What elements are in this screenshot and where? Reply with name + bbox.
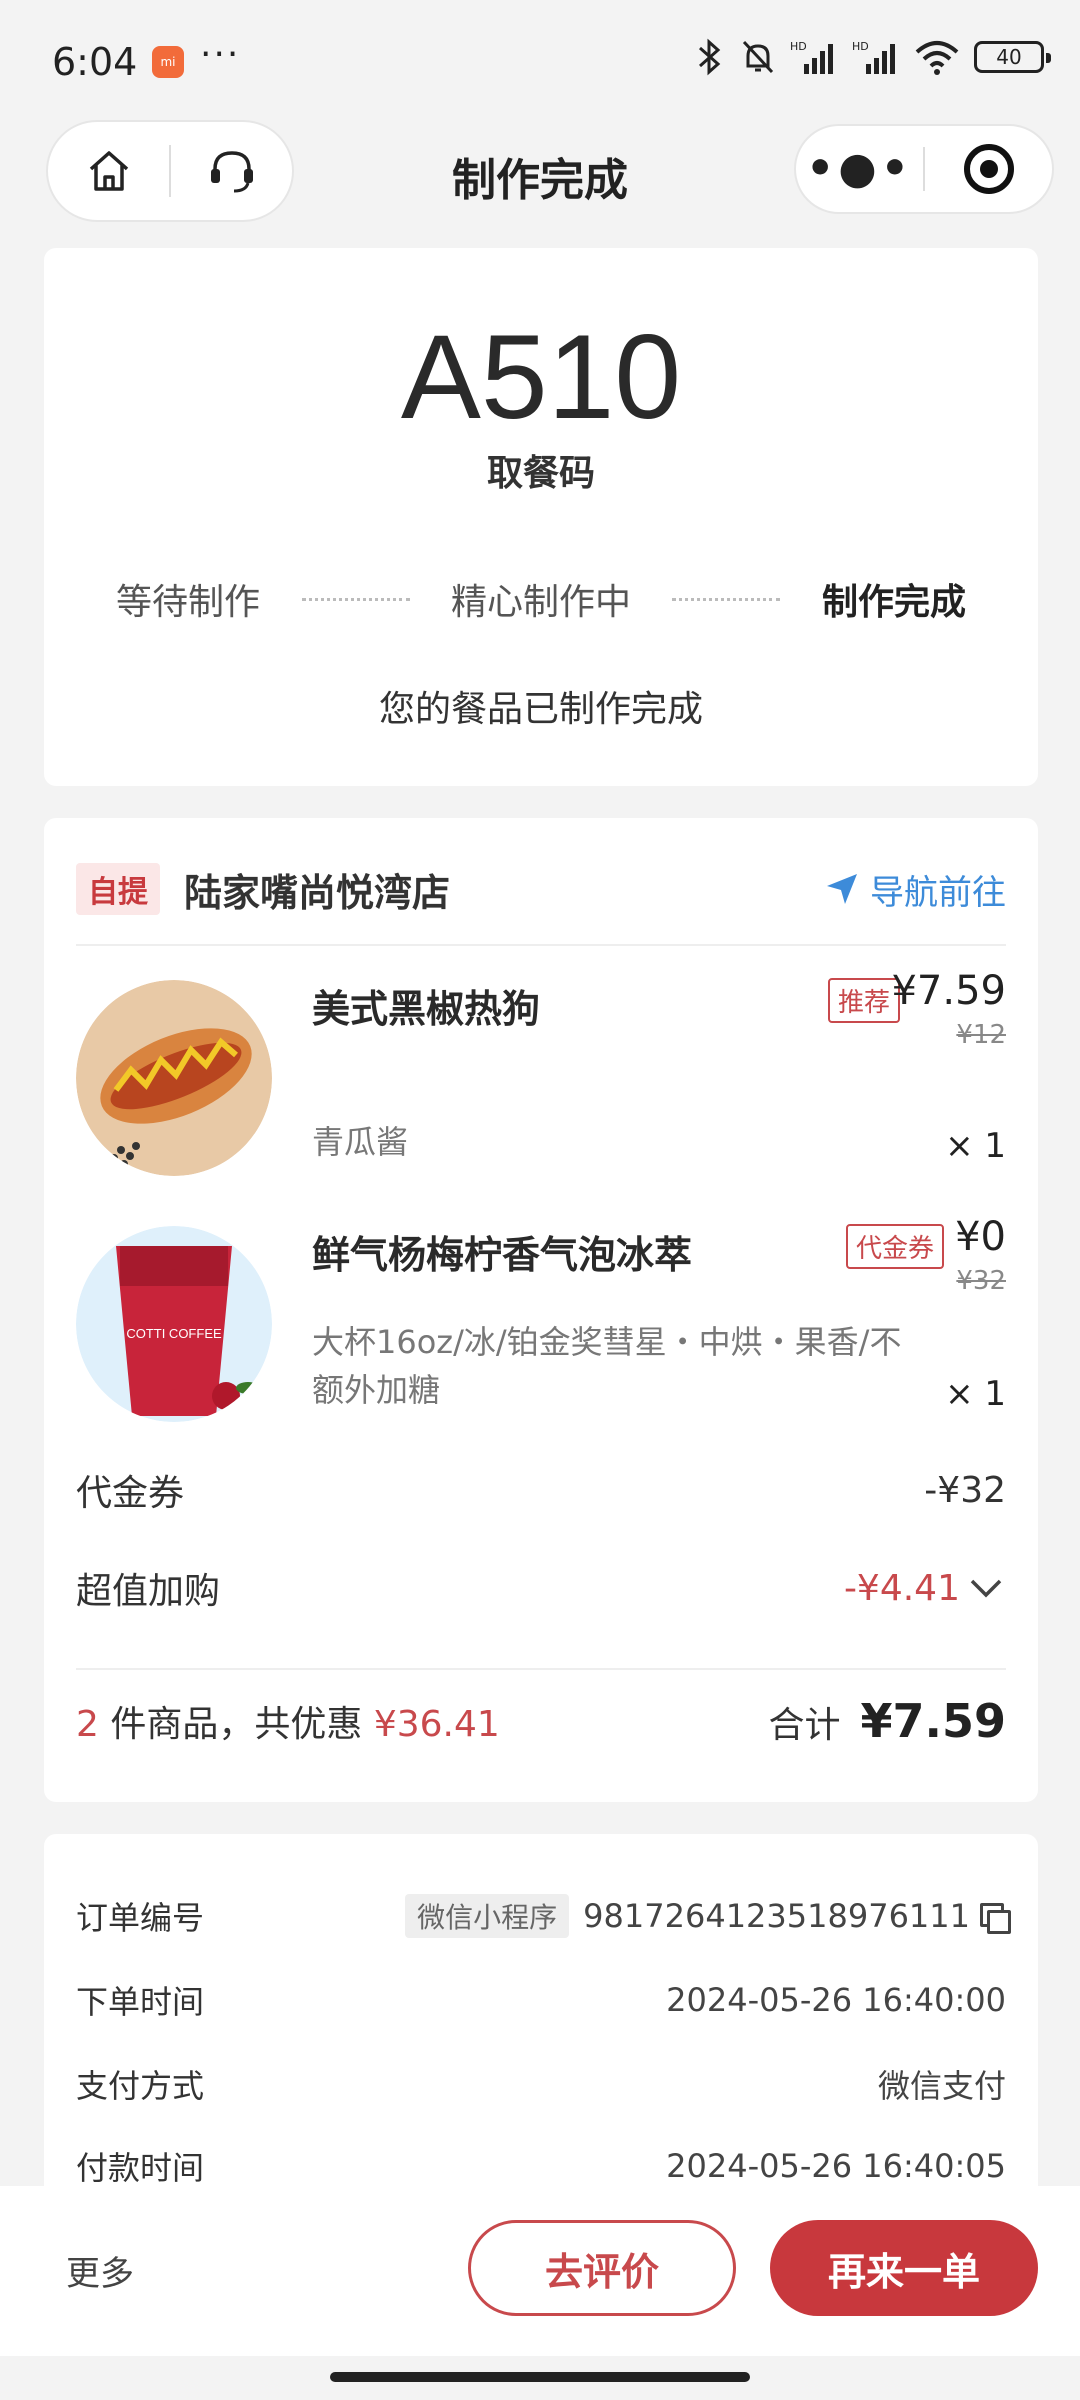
drink-image: COTTI COFFEE (76, 1226, 272, 1422)
pickup-code-card: A510 取餐码 等待制作 精心制作中 制作完成 您的餐品已制作完成 (44, 248, 1038, 786)
payment-method: 微信支付 (877, 2067, 1006, 2105)
svg-text:HD: HD (852, 40, 869, 53)
step-connector (672, 597, 781, 601)
home-indicator[interactable] (330, 2372, 750, 2382)
progress-steps: 等待制作 精心制作中 制作完成 (116, 574, 966, 624)
more-dots-icon: •●• (806, 143, 913, 194)
location-arrow-icon (827, 874, 857, 904)
total-row: 2 件商品，共优惠 ¥36.41 合计 ¥7.59 (76, 1686, 1006, 1756)
navigate-label: 导航前往 (870, 872, 1006, 913)
addon-row[interactable]: 超值加购 -¥4.41 (76, 1558, 1006, 1618)
close-miniprogram-button[interactable] (925, 126, 1052, 212)
item-spec: 青瓜酱 (312, 1123, 409, 1161)
battery-icon: 40 (974, 41, 1051, 73)
copy-icon[interactable] (980, 1903, 1011, 1934)
svg-text:HD: HD (790, 40, 807, 53)
voucher-row: 代金券 -¥32 (76, 1460, 1006, 1520)
summary-text: 件商品，共优惠 (110, 1704, 363, 1745)
voucher-tag: 代金券 (845, 1224, 944, 1269)
total-label: 合计 (768, 1705, 841, 1746)
divider (76, 1668, 1006, 1670)
review-button[interactable]: 去评价 (468, 2220, 736, 2316)
item-quantity: × 1 (945, 1374, 1006, 1414)
mute-icon (742, 40, 774, 74)
pickup-tag: 自提 (76, 863, 160, 915)
addon-value: -¥4.41 (843, 1567, 960, 1609)
hd-signal-icon: HD (852, 40, 895, 74)
payment-method-label: 支付方式 (76, 2067, 205, 2105)
hd-signal-icon: HD (790, 40, 833, 74)
item-price: ¥0 (955, 1214, 1006, 1260)
status-icons: HD HD 40 (692, 38, 1051, 76)
order-number-label: 订单编号 (76, 1899, 205, 1937)
order-item[interactable]: COTTI COFFEE 鲜气杨梅柠香气泡冰萃 大杯16oz/冰/铂金奖彗星・中… (76, 1214, 1006, 1454)
payment-method-row: 支付方式 微信支付 (76, 2054, 1006, 2114)
store-name: 陆家嘴尚悦湾店 (184, 870, 451, 915)
status-more: ··· (200, 34, 241, 75)
navigate-button[interactable]: 导航前往 (824, 865, 1006, 914)
more-button[interactable]: 更多 (66, 2246, 134, 2295)
item-quantity: × 1 (945, 1126, 1006, 1166)
item-name: 美式黑椒热狗 (312, 987, 541, 1031)
item-original-price: ¥32 (956, 1266, 1006, 1296)
more-menu-button[interactable]: •●• (796, 126, 923, 212)
pickup-code: A510 (400, 310, 682, 444)
item-price: ¥7.59 (891, 968, 1006, 1014)
total-value: ¥7.59 (860, 1694, 1006, 1748)
store-row: 自提 陆家嘴尚悦湾店 导航前往 (76, 858, 1006, 920)
total-discount: ¥36.41 (373, 1704, 500, 1745)
order-time: 2024-05-26 16:40:00 (666, 1981, 1006, 2019)
divider (76, 944, 1006, 946)
close-target-icon (963, 144, 1014, 194)
item-spec: 大杯16oz/冰/铂金奖彗星・中烘・果香/不额外加糖 (312, 1323, 902, 1409)
status-message: 您的餐品已制作完成 (378, 689, 703, 730)
order-channel-badge: 微信小程序 (405, 1894, 570, 1938)
nav-bar: 制作完成 •●• (0, 118, 1080, 224)
order-number-row: 订单编号 微信小程序 9817264123518976111 (76, 1886, 1011, 1946)
reorder-button[interactable]: 再来一单 (770, 2220, 1038, 2316)
bluetooth-icon (699, 38, 721, 76)
step-waiting: 等待制作 (116, 582, 261, 623)
addon-label: 超值加购 (76, 1571, 221, 1612)
order-item[interactable]: 美式黑椒热狗 青瓜酱 推荐 ¥7.59 ¥12 × 1 (76, 968, 1006, 1198)
recommend-tag: 推荐 (827, 978, 900, 1023)
step-connector (301, 597, 410, 601)
item-original-price: ¥12 (956, 1020, 1006, 1050)
item-name: 鲜气杨梅柠香气泡冰萃 (312, 1233, 693, 1277)
step-making: 精心制作中 (450, 582, 631, 623)
chevron-down-icon[interactable] (966, 1573, 1006, 1603)
order-card: 自提 陆家嘴尚悦湾店 导航前往 美式黑椒热狗 青瓜酱 推荐 ¥7.59 ¥12 … (44, 818, 1038, 1802)
status-time: 6:04 (52, 40, 138, 84)
hotdog-image (76, 980, 272, 1176)
bottom-action-bar: 更多 去评价 再来一单 (0, 2186, 1080, 2356)
step-done: 制作完成 (821, 582, 966, 623)
nav-right-capsule: •●• (794, 124, 1054, 214)
item-count: 2 (76, 1704, 99, 1745)
order-time-label: 下单时间 (76, 1983, 205, 2021)
payment-time: 2024-05-26 16:40:05 (666, 2147, 1006, 2185)
app-notification-icon: mi (152, 46, 184, 78)
order-number: 9817264123518976111 (583, 1897, 970, 1935)
pickup-code-label: 取餐码 (486, 453, 595, 494)
voucher-label: 代金券 (76, 1473, 185, 1514)
payment-time-label: 付款时间 (76, 2149, 205, 2187)
order-time-row: 下单时间 2024-05-26 16:40:00 (76, 1970, 1006, 2030)
wifi-icon (915, 41, 959, 75)
voucher-value: -¥32 (924, 1469, 1006, 1511)
cup-label: COTTI COFFEE (126, 1326, 222, 1341)
status-bar: 6:04 mi ··· HD HD 40 (0, 0, 1080, 120)
